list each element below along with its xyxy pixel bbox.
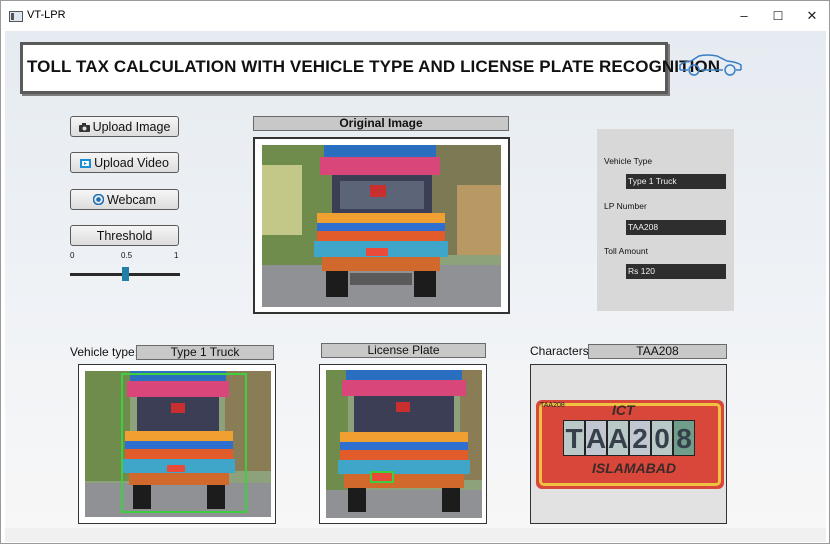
threshold-slider[interactable]: 0 0.5 1 — [70, 251, 182, 281]
toll-amount-value: Rs 120 — [626, 264, 726, 279]
license-plate-image — [326, 370, 482, 518]
upload-image-button[interactable]: Upload Image — [70, 116, 179, 137]
slider-handle[interactable] — [121, 267, 129, 281]
license-plate-title: License Plate — [321, 343, 486, 358]
close-button[interactable]: ✕ — [795, 1, 829, 31]
characters-value: TAA208 — [588, 344, 727, 359]
plate-char-box: 0 — [651, 420, 673, 456]
slider-max-label: 1 — [174, 251, 179, 260]
title-bar: VT-LPR – ☐ ✕ — [1, 1, 829, 31]
vehicle-type-caption-value: Type 1 Truck — [136, 345, 274, 360]
results-panel: Vehicle Type Type 1 Truck LP Number TAA2… — [597, 129, 734, 311]
plate-characters: TAA208 — [563, 420, 695, 456]
vehicle-detection-frame — [78, 364, 276, 524]
plate-bottom-text: ISLAMABAD — [592, 460, 676, 476]
threshold-button[interactable]: Threshold — [70, 225, 179, 246]
camera-icon — [78, 118, 90, 138]
vehicle-type-value: Type 1 Truck — [626, 174, 726, 189]
original-truck-image — [262, 145, 501, 307]
app-icon — [9, 11, 23, 22]
video-icon — [80, 154, 92, 174]
webcam-icon — [92, 191, 105, 211]
slider-min-label: 0 — [70, 251, 75, 260]
plate-top-text: ICT — [612, 402, 635, 418]
title-banner: TOLL TAX CALCULATION WITH VEHICLE TYPE A… — [20, 42, 720, 94]
plate-char-box: 8 — [673, 420, 695, 456]
vehicle-type-label: Vehicle Type — [604, 156, 653, 166]
plate-char-box: 2 — [629, 420, 651, 456]
lp-number-label: LP Number — [604, 201, 647, 211]
vehicle-detection-image — [85, 371, 271, 517]
car-outline-icon — [679, 54, 742, 76]
maximize-button[interactable]: ☐ — [761, 1, 795, 31]
lp-number-value: TAA208 — [626, 220, 726, 235]
status-bar — [5, 528, 826, 542]
original-image-frame — [253, 137, 510, 314]
toll-amount-label: Toll Amount — [604, 246, 648, 256]
window-title: VT-LPR — [27, 9, 66, 21]
plate-small-text: TAA208 — [540, 402, 565, 409]
main-area: TOLL TAX CALCULATION WITH VEHICLE TYPE A… — [5, 31, 826, 528]
minimize-button[interactable]: – — [727, 1, 761, 31]
slider-mid-label: 0.5 — [121, 251, 133, 260]
plate-char-box: T — [563, 420, 585, 456]
characters-label: Characters — [530, 344, 589, 358]
vehicle-type-caption: Vehicle type: — [70, 345, 139, 359]
webcam-button[interactable]: Webcam — [70, 189, 179, 210]
app-window: VT-LPR – ☐ ✕ TOLL TAX CALCULATION WITH V… — [0, 0, 830, 544]
upload-video-button[interactable]: Upload Video — [70, 152, 179, 173]
characters-frame: TAA208 ICT TAA208 ISLAMABAD — [530, 364, 727, 524]
vehicle-detection-box — [121, 373, 247, 513]
page-title: TOLL TAX CALCULATION WITH VEHICLE TYPE A… — [27, 57, 721, 76]
plate-detection-box — [370, 471, 394, 483]
plate-char-box: A — [585, 420, 607, 456]
original-image-title: Original Image — [253, 116, 509, 131]
license-plate-frame — [319, 364, 487, 524]
plate-crop-image: TAA208 ICT TAA208 ISLAMABAD — [536, 400, 724, 489]
plate-char-box: A — [607, 420, 629, 456]
